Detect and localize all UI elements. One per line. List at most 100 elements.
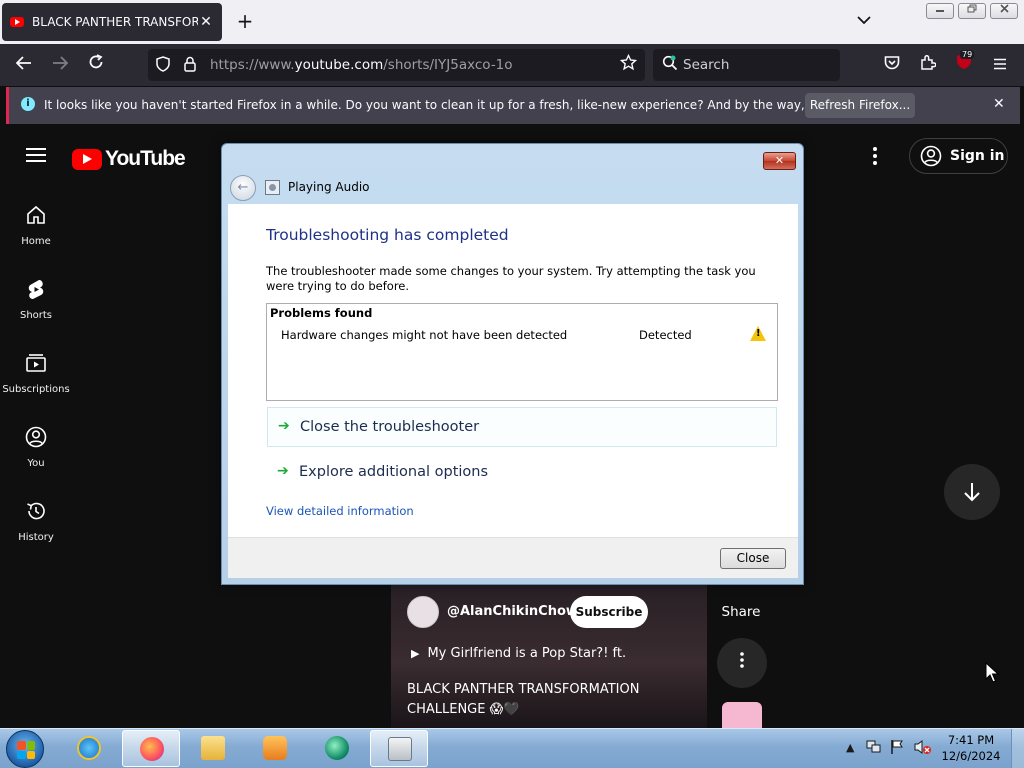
subscriptions-icon xyxy=(0,352,72,376)
show-desktop-button[interactable] xyxy=(1011,729,1024,768)
sidebar-item-you[interactable]: You xyxy=(0,426,72,469)
tracking-protection-icon[interactable] xyxy=(156,56,170,76)
browser-tab-active[interactable]: BLACK PANTHER TRANSFORM ✕ xyxy=(2,3,222,41)
refresh-firefox-button[interactable]: Refresh Firefox... xyxy=(805,93,915,118)
guide-menu-icon[interactable] xyxy=(26,148,46,162)
list-all-tabs-button[interactable] xyxy=(853,10,875,32)
start-button[interactable] xyxy=(6,730,44,768)
troubleshooter-dialog: ✕ ← Playing Audio Troubleshooting has co… xyxy=(221,143,804,585)
subscribe-button[interactable]: Subscribe xyxy=(570,596,648,628)
window-restore-button[interactable] xyxy=(958,3,986,19)
taskbar-app[interactable] xyxy=(308,730,366,767)
browser-tab-strip: BLACK PANTHER TRANSFORM ✕ + xyxy=(0,0,1024,44)
close-button[interactable]: Close xyxy=(720,548,786,569)
shorts-icon xyxy=(0,278,72,302)
action-center-flag-icon[interactable] xyxy=(890,739,904,758)
arrow-right-icon xyxy=(53,56,69,70)
channel-name[interactable]: @AlanChikinChow xyxy=(447,604,578,619)
window-minimize-button[interactable] xyxy=(926,3,954,19)
network-icon[interactable] xyxy=(866,739,882,758)
music-track[interactable]: ▶ My Girlfriend is a Pop Star?! ft. xyxy=(411,646,626,661)
volume-muted-icon[interactable] xyxy=(914,739,932,758)
extensions-button[interactable] xyxy=(916,53,940,77)
back-arrow-icon[interactable]: ← xyxy=(230,175,256,201)
bookmark-star-icon[interactable] xyxy=(619,53,638,76)
arrow-left-icon xyxy=(15,56,31,70)
sidebar-item-history[interactable]: History xyxy=(0,500,72,543)
dialog-close-icon[interactable]: ✕ xyxy=(763,152,796,170)
tab-close-icon[interactable]: ✕ xyxy=(198,14,214,30)
sidebar-item-subscriptions[interactable]: Subscriptions xyxy=(0,352,72,395)
close-troubleshooter-option[interactable]: ➔ Close the troubleshooter xyxy=(267,407,777,447)
sidebar-item-label: Subscriptions xyxy=(2,384,70,395)
share-label[interactable]: Share xyxy=(717,604,765,620)
clock-date: 12/6/2024 xyxy=(941,749,1001,763)
option-label: Close the troubleshooter xyxy=(300,419,480,435)
taskbar-clock[interactable]: 7:41 PM 12/6/2024 xyxy=(940,732,1002,764)
history-icon xyxy=(0,500,72,524)
dialog-content: Troubleshooting has completed The troubl… xyxy=(228,204,798,537)
new-tab-button[interactable]: + xyxy=(234,10,256,32)
file-explorer-icon xyxy=(201,736,225,760)
sidebar-item-home[interactable]: Home xyxy=(0,204,72,247)
app-menu-button[interactable] xyxy=(988,53,1012,77)
view-detailed-information-link[interactable]: View detailed information xyxy=(266,504,414,518)
tab-title: BLACK PANTHER TRANSFORM xyxy=(32,15,198,29)
problem-name: Hardware changes might not have been det… xyxy=(281,328,568,342)
taskbar-file-explorer[interactable] xyxy=(184,730,242,767)
url-text: https://www.youtube.com/shorts/IYJ5axco-… xyxy=(210,57,513,73)
close-icon xyxy=(999,4,1009,13)
dialog-footer: Close xyxy=(228,537,798,578)
refresh-firefox-notification: i It looks like you haven't started Fire… xyxy=(6,87,1020,124)
taskbar-troubleshooter[interactable] xyxy=(370,730,428,767)
lock-icon[interactable] xyxy=(184,56,196,76)
sign-in-label: Sign in xyxy=(950,148,1005,164)
arrow-down-icon xyxy=(964,483,980,502)
pivot-avatar[interactable] xyxy=(722,702,762,728)
green-arrow-icon: ➔ xyxy=(277,463,289,479)
restore-icon xyxy=(967,4,977,13)
youtube-wordmark: YouTube xyxy=(105,147,186,170)
sidebar-item-shorts[interactable]: Shorts xyxy=(0,278,72,321)
taskbar-media-player[interactable] xyxy=(246,730,304,767)
clock-time: 7:41 PM xyxy=(947,733,995,747)
window-close-button[interactable] xyxy=(990,3,1018,19)
mouse-cursor-icon xyxy=(985,662,999,683)
you-icon xyxy=(0,426,72,450)
info-icon: i xyxy=(21,97,35,111)
sidebar-item-label: Home xyxy=(21,236,51,247)
windows-taskbar: ▲ 7:41 PM 12/6/2024 xyxy=(0,728,1024,768)
app-icon xyxy=(325,736,349,760)
home-icon xyxy=(0,204,72,228)
option-label: Explore additional options xyxy=(299,464,489,480)
minimize-icon xyxy=(936,10,944,12)
reload-button[interactable] xyxy=(84,53,108,77)
taskbar-firefox[interactable] xyxy=(122,730,180,767)
youtube-play-icon xyxy=(72,148,102,170)
short-video-player[interactable]: @AlanChikinChow Subscribe ▶ My Girlfriend… xyxy=(391,566,707,728)
back-button[interactable] xyxy=(12,53,36,77)
problems-header: Problems found xyxy=(270,306,373,320)
more-actions-button[interactable] xyxy=(717,638,767,688)
sign-in-button[interactable]: Sign in xyxy=(909,138,1008,174)
firefox-icon xyxy=(140,737,164,761)
green-arrow-icon: ➔ xyxy=(278,418,290,434)
dialog-description: The troubleshooter made some changes to … xyxy=(266,264,756,293)
youtube-logo[interactable]: YouTube xyxy=(72,147,186,171)
search-placeholder: Search xyxy=(683,57,730,73)
troubleshooter-icon xyxy=(388,737,412,761)
account-icon xyxy=(920,145,942,167)
pocket-button[interactable] xyxy=(880,53,904,77)
forward-button[interactable] xyxy=(48,53,72,77)
channel-avatar[interactable] xyxy=(407,596,439,628)
warning-icon xyxy=(750,326,766,341)
search-bar[interactable]: Search xyxy=(653,49,840,81)
address-bar[interactable]: https://www.youtube.com/shorts/IYJ5axco-… xyxy=(148,49,645,81)
next-short-button[interactable] xyxy=(944,464,1000,520)
taskbar-internet-explorer[interactable] xyxy=(60,730,118,767)
show-hidden-icons-icon[interactable]: ▲ xyxy=(846,741,854,754)
notification-close-icon[interactable]: ✕ xyxy=(993,96,1005,112)
explore-options-option[interactable]: ➔ Explore additional options xyxy=(267,453,777,493)
settings-more-icon[interactable] xyxy=(872,146,878,171)
dialog-heading: Troubleshooting has completed xyxy=(266,226,509,244)
